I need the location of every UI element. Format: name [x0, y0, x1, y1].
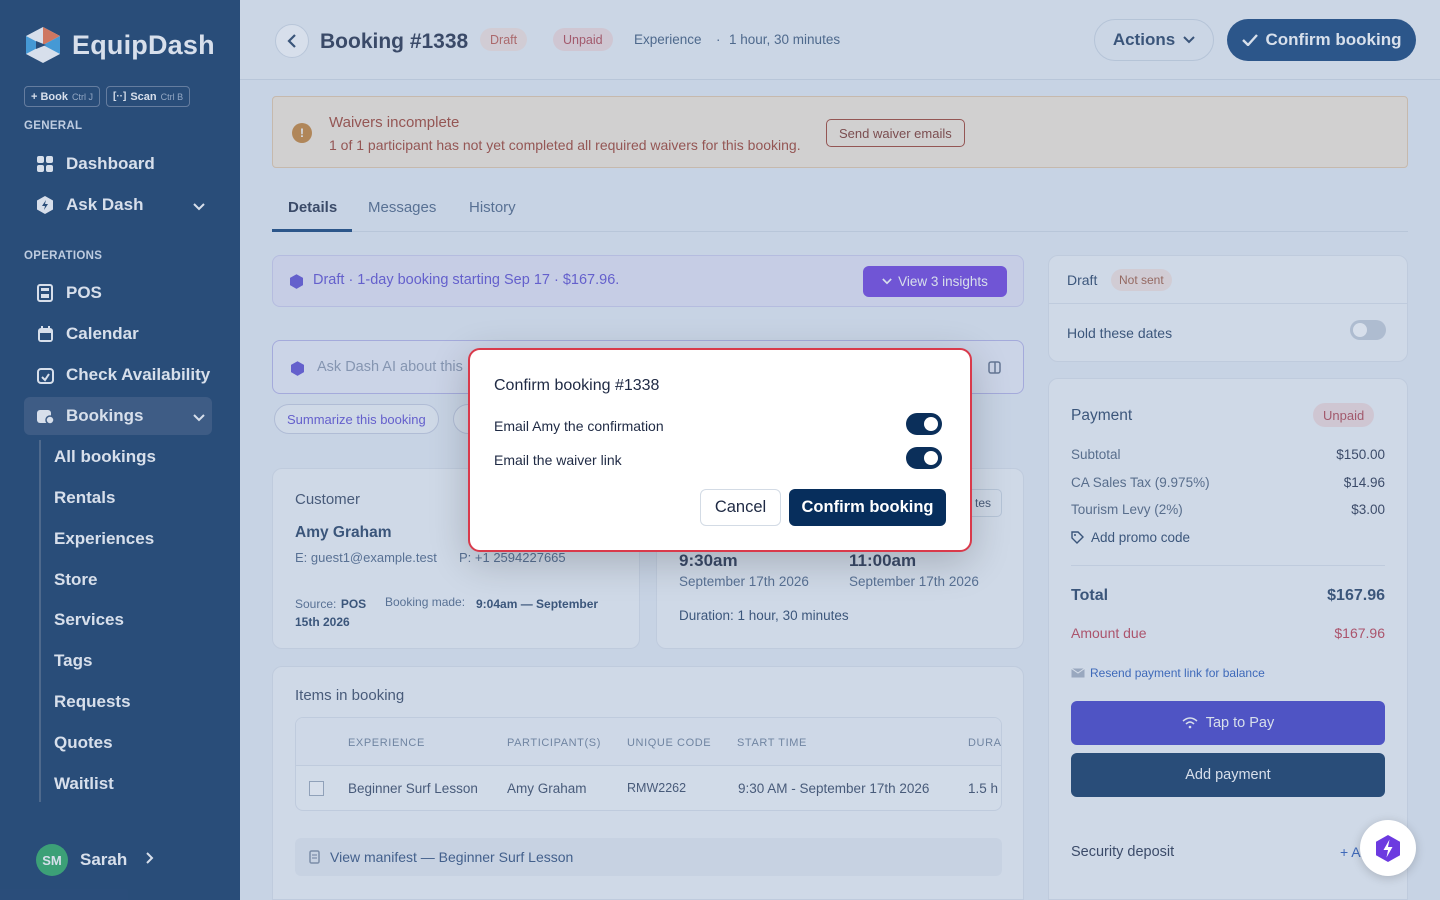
email-waiver-label: Email the waiver link	[494, 452, 622, 468]
cancel-button[interactable]: Cancel	[700, 489, 781, 526]
modal-title: Confirm booking #1338	[494, 377, 660, 394]
ask-dash-fab[interactable]	[1360, 820, 1416, 876]
email-confirmation-toggle[interactable]	[906, 413, 942, 435]
modal-confirm-booking-button[interactable]: Confirm booking	[789, 489, 946, 526]
email-waiver-toggle[interactable]	[906, 447, 942, 469]
email-confirmation-label: Email Amy the confirmation	[494, 418, 664, 434]
hexagon-bolt-icon	[1376, 834, 1400, 862]
confirm-booking-modal: Confirm booking #1338 Email Amy the conf…	[468, 348, 972, 552]
